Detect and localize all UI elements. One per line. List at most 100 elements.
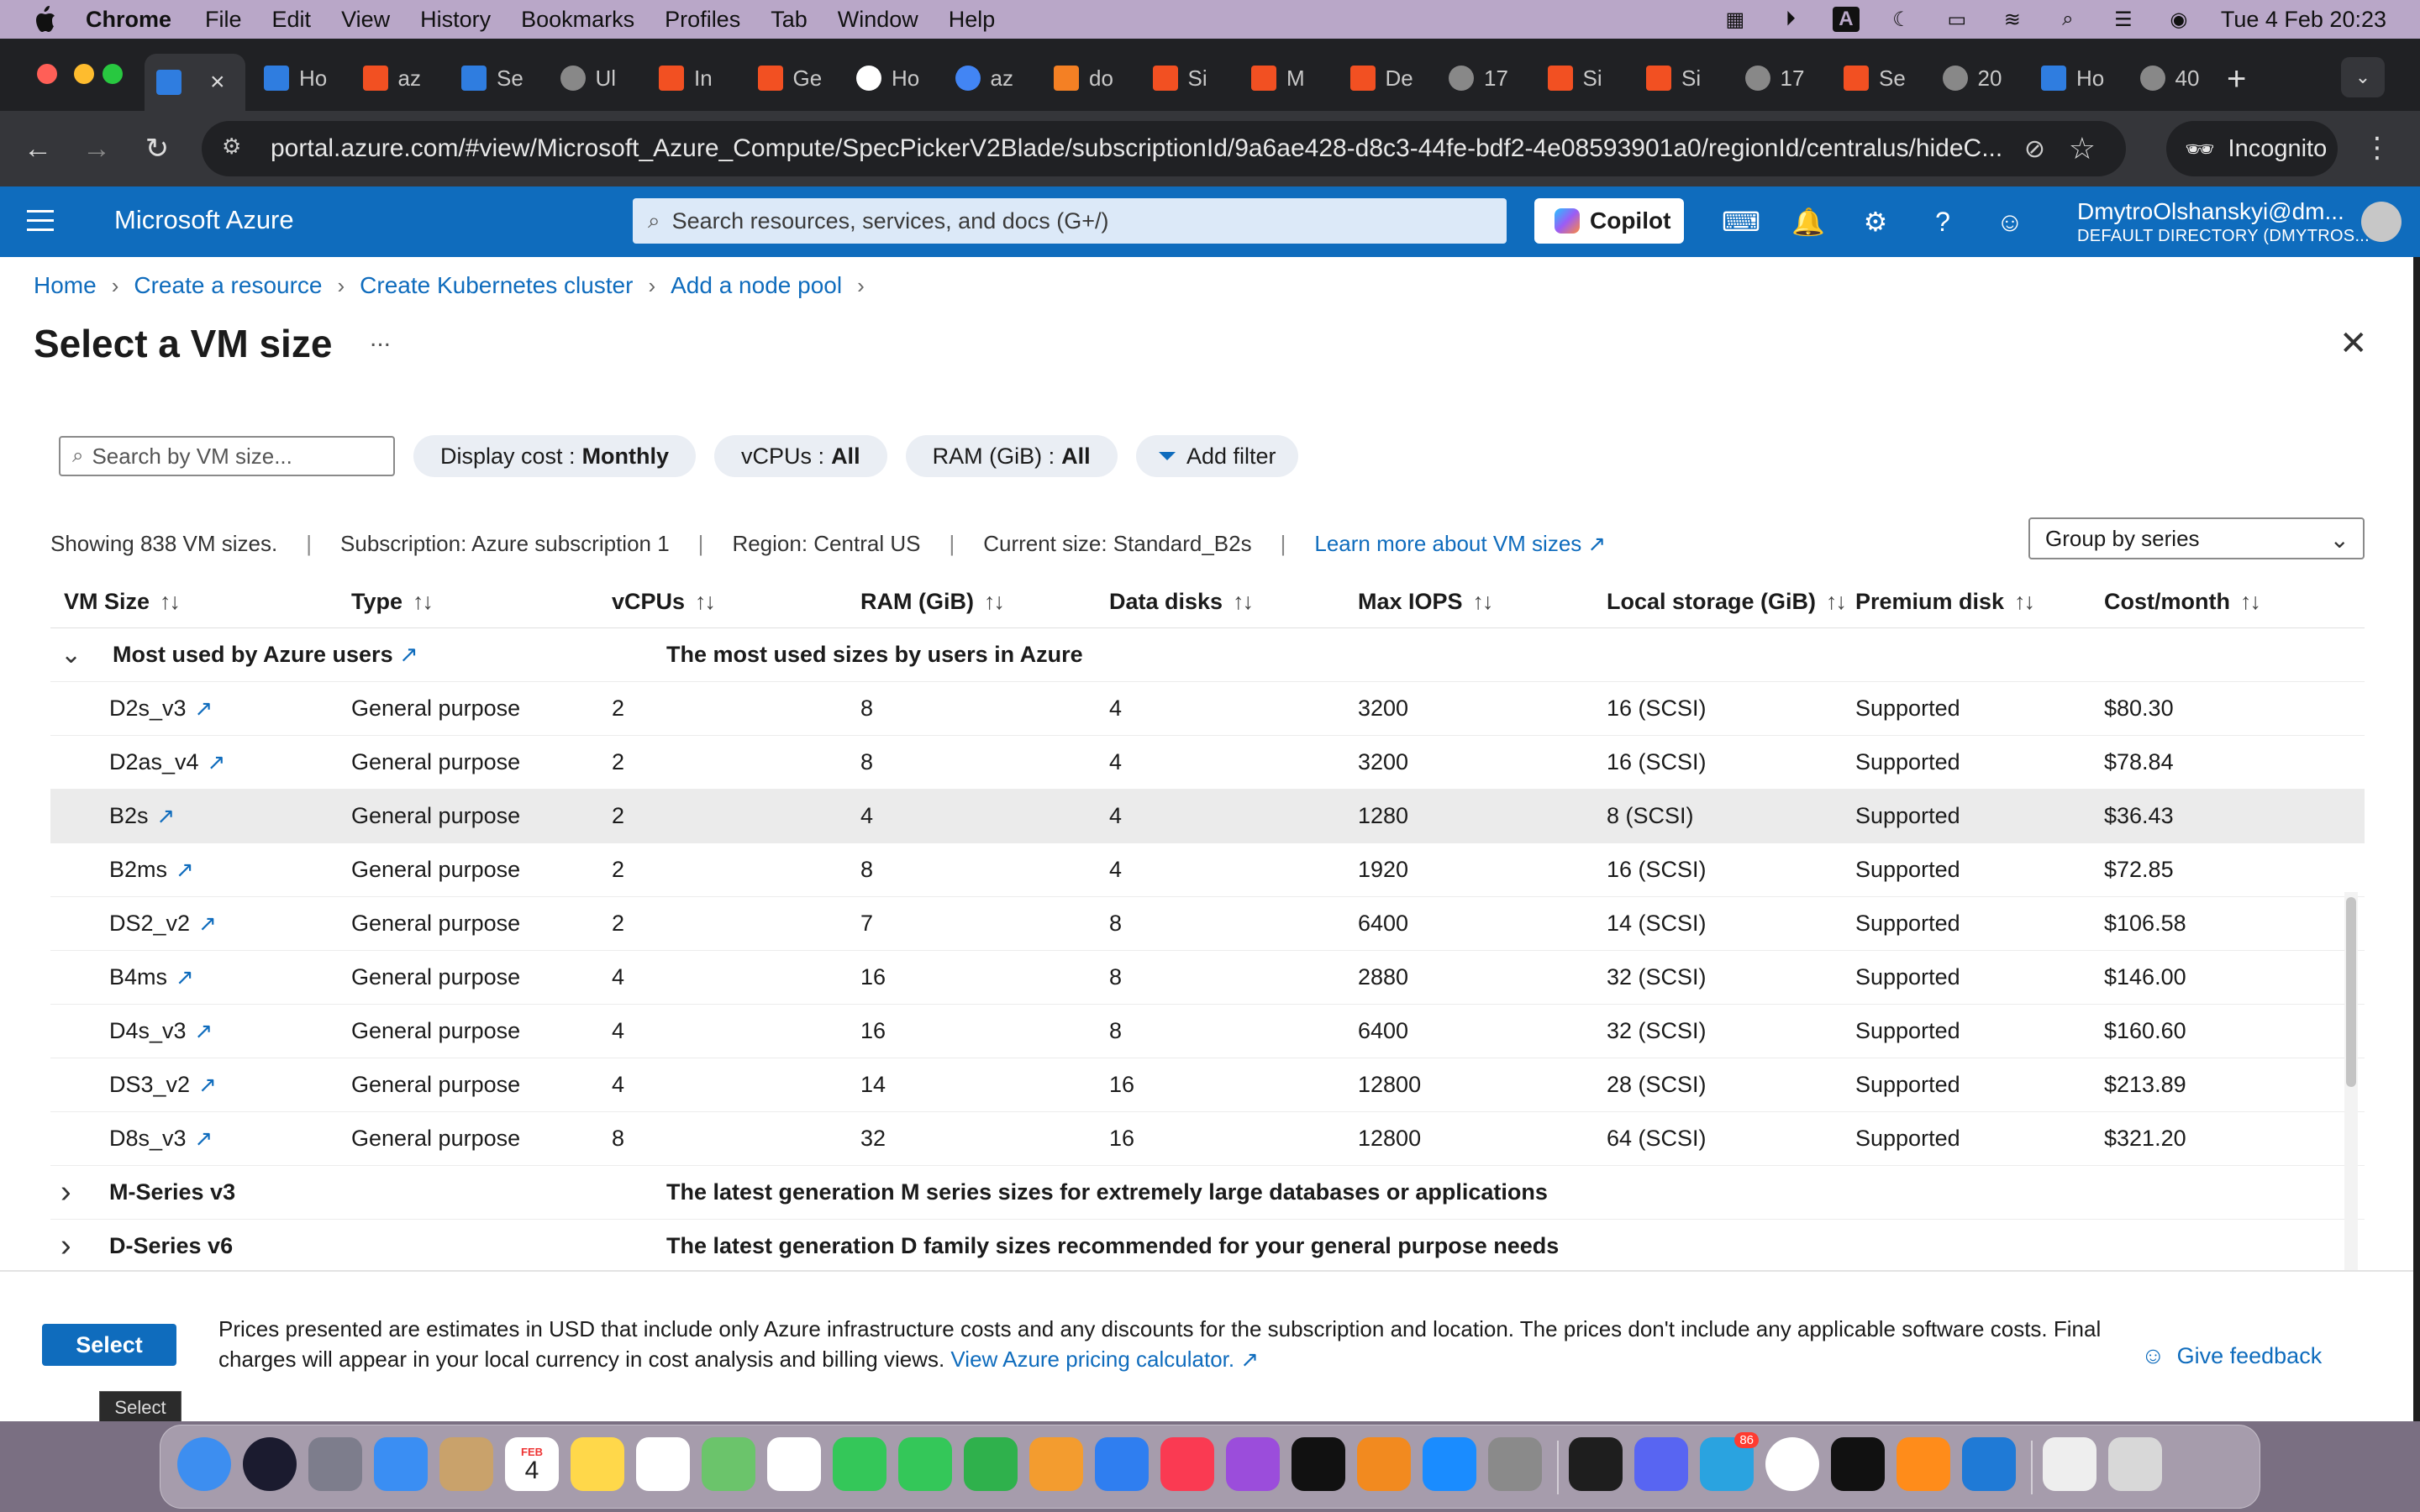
group-row-most-used[interactable]: ⌄ Most used by Azure users ↗ The most us… — [50, 628, 2365, 682]
global-search-input[interactable]: ⌕ Search resources, services, and docs (… — [633, 198, 1507, 244]
podcasts-icon[interactable] — [1226, 1437, 1280, 1491]
tab[interactable]: Se — [1832, 54, 1923, 102]
cloud-shell-icon[interactable]: ⌨ — [1722, 203, 1760, 240]
pricing-calculator-link[interactable]: View Azure pricing calculator. ↗ — [950, 1347, 1259, 1372]
back-button[interactable]: ← — [18, 129, 57, 168]
tab[interactable]: Si — [1634, 54, 1725, 102]
chrome-icon[interactable] — [1765, 1437, 1819, 1491]
maps-icon[interactable] — [702, 1437, 755, 1491]
chrome-menu-icon[interactable]: ⋮ — [2363, 131, 2391, 165]
column-header[interactable]: vCPUs ↑↓ — [612, 589, 716, 615]
tab[interactable]: 40 — [2128, 54, 2219, 102]
moon-icon[interactable]: ☾ — [1888, 7, 1915, 32]
tab[interactable]: In — [647, 54, 738, 102]
telegram-icon[interactable]: 86 — [1700, 1432, 1759, 1491]
pages-icon[interactable] — [1029, 1437, 1083, 1491]
tab[interactable]: 17 — [1733, 54, 1824, 102]
vm-size-search-input[interactable]: ⌕ Search by VM size... — [59, 436, 395, 476]
window-zoom-button[interactable] — [103, 64, 123, 84]
tab[interactable]: Ho — [252, 54, 343, 102]
breadcrumb-create-resource[interactable]: Create a resource — [134, 272, 322, 299]
group-row[interactable]: › D-Series v6 The latest generation D fami… — [50, 1220, 2365, 1273]
site-info-icon[interactable]: ⚙ — [222, 134, 252, 164]
column-header[interactable]: Type ↑↓ — [351, 589, 434, 615]
tracking-protection-icon[interactable]: ⊘ — [2024, 134, 2045, 164]
wifi-icon[interactable]: ≋ — [1999, 7, 2026, 32]
feedback-icon[interactable]: ☺ — [1991, 203, 2028, 240]
column-header[interactable]: RAM (GiB) ↑↓ — [860, 589, 1005, 615]
column-header[interactable]: Cost/month ↑↓ — [2104, 589, 2261, 615]
add-filter-button[interactable]: ⏷ Add filter — [1135, 435, 1298, 477]
keynote-icon[interactable] — [1095, 1437, 1149, 1491]
ram-filter[interactable]: RAM (GiB) : All — [905, 435, 1118, 477]
tab[interactable]: Si — [1536, 54, 1627, 102]
books-icon[interactable] — [1357, 1437, 1411, 1491]
tab[interactable]: az — [944, 54, 1034, 102]
menu-view[interactable]: View — [341, 7, 390, 33]
sort-icon[interactable]: ↑↓ — [2240, 589, 2261, 614]
system-settings-icon[interactable] — [1488, 1437, 1542, 1491]
give-feedback-link[interactable]: ☺ Give feedback — [2141, 1342, 2322, 1369]
sort-icon[interactable]: ↑↓ — [2014, 589, 2035, 614]
sort-icon[interactable]: ↑↓ — [695, 589, 716, 614]
siri-icon[interactable]: ◉ — [2165, 7, 2192, 32]
tab[interactable]: Si — [1141, 54, 1232, 102]
new-tab-button[interactable]: + — [2227, 60, 2246, 98]
sort-icon[interactable]: ↑↓ — [1233, 589, 1254, 614]
copilot-button[interactable]: Copilot — [1534, 198, 1684, 244]
tv-icon[interactable] — [1292, 1437, 1345, 1491]
reload-button[interactable]: ↻ — [138, 129, 176, 168]
menu-app-name[interactable]: Chrome — [86, 7, 171, 33]
app-store-icon[interactable] — [1423, 1437, 1476, 1491]
table-row[interactable]: DS3_v2 ↗ General purpose 4 14 16 12800 28 (SCSI… — [50, 1058, 2365, 1112]
incognito-badge[interactable]: 🕶 Incognito — [2166, 121, 2338, 176]
siri-icon[interactable] — [243, 1437, 297, 1491]
sort-icon[interactable]: ↑↓ — [160, 589, 181, 614]
table-row[interactable]: D4s_v3 ↗ General purpose 4 16 8 6400 32 (SCSI) S… — [50, 1005, 2365, 1058]
column-header[interactable]: Max IOPS ↑↓ — [1358, 589, 1494, 615]
keyboard-input-icon[interactable]: A — [1832, 7, 1860, 32]
window-close-button[interactable] — [37, 64, 57, 84]
more-options-icon[interactable]: ... — [370, 324, 391, 353]
notifications-bell-icon[interactable]: 🔔 — [1790, 203, 1827, 240]
breadcrumb-home[interactable]: Home — [34, 272, 97, 299]
facetime-icon[interactable] — [898, 1437, 952, 1491]
menu-tab[interactable]: Tab — [771, 7, 808, 33]
menu-window[interactable]: Window — [838, 7, 918, 33]
apple-icon[interactable] — [32, 5, 57, 34]
tab[interactable]: M — [1239, 54, 1330, 102]
launchpad-icon[interactable] — [308, 1437, 362, 1491]
column-header[interactable]: VM Size ↑↓ — [64, 589, 181, 615]
table-row[interactable]: DS2_v2 ↗ General purpose 2 7 8 6400 14 (SCSI) Su… — [50, 897, 2365, 951]
avatar[interactable] — [2361, 202, 2402, 242]
menu-bookmarks[interactable]: Bookmarks — [521, 7, 634, 33]
tab[interactable]: Ge — [746, 54, 837, 102]
tab-close-icon[interactable]: × — [210, 68, 225, 97]
table-row[interactable]: D2s_v3 ↗ General purpose 2 8 4 3200 16 (SCSI) Su… — [50, 682, 2365, 736]
menu-history[interactable]: History — [420, 7, 491, 33]
battery-icon[interactable]: ▭ — [1944, 7, 1970, 32]
play-icon[interactable]: ⏵ — [1777, 7, 1804, 32]
downloads-icon[interactable] — [2043, 1437, 2096, 1491]
cpu-meter-icon[interactable]: ▦ — [1722, 7, 1749, 32]
control-center-icon[interactable]: ☰ — [2110, 7, 2137, 32]
breadcrumb-create-kubernetes[interactable]: Create Kubernetes cluster — [360, 272, 633, 299]
discord-icon[interactable] — [1634, 1437, 1688, 1491]
table-row[interactable]: D2as_v4 ↗ General purpose 2 8 4 3200 16 (SCSI) S… — [50, 736, 2365, 790]
close-icon[interactable]: ✕ — [2339, 324, 2368, 363]
window-minimize-button[interactable] — [74, 64, 94, 84]
numbers-icon[interactable] — [964, 1437, 1018, 1491]
activity-monitor-icon[interactable] — [1569, 1437, 1623, 1491]
tab[interactable]: Se — [450, 54, 540, 102]
menu-help[interactable]: Help — [949, 7, 996, 33]
url-text[interactable]: portal.azure.com/#view/Microsoft_Azure_C… — [271, 134, 2018, 163]
settings-gear-icon[interactable]: ⚙ — [1857, 203, 1894, 240]
vscode-icon[interactable] — [1962, 1437, 2016, 1491]
tab-search-button[interactable]: ⌄ — [2341, 57, 2385, 97]
breadcrumb-add-node-pool[interactable]: Add a node pool — [671, 272, 842, 299]
table-row[interactable]: B2s ↗ General purpose 2 4 4 1280 8 (SCSI) Suppor… — [50, 790, 2365, 843]
menu-edit[interactable]: Edit — [272, 7, 312, 33]
tab[interactable]: do — [1042, 54, 1133, 102]
reminders-icon[interactable] — [636, 1437, 690, 1491]
notes-icon[interactable] — [571, 1437, 624, 1491]
